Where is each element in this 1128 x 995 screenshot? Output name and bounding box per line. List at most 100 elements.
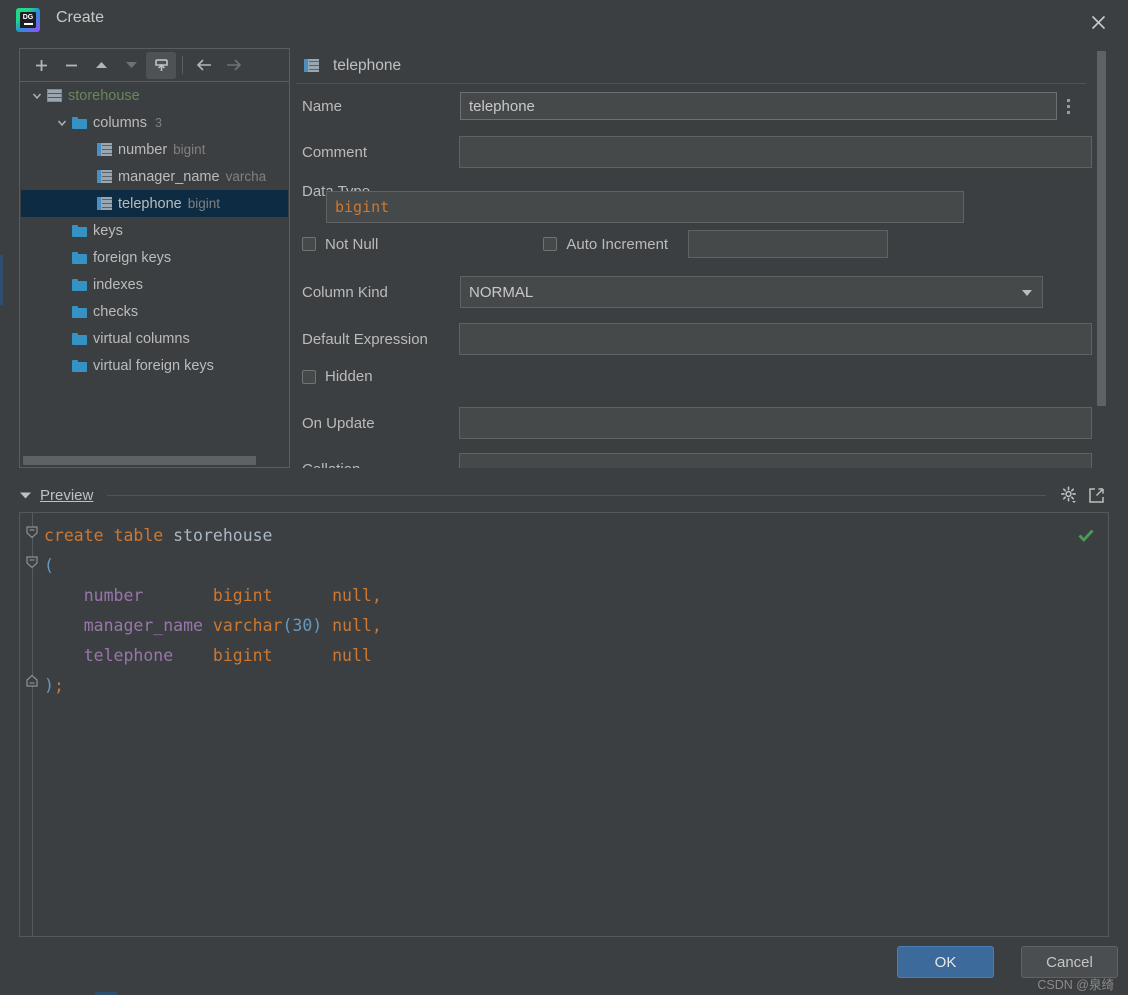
default-expression-input[interactable] xyxy=(458,323,1092,355)
sql-token: manager_name xyxy=(83,616,203,635)
column-icon xyxy=(97,170,112,183)
sql-token: ; xyxy=(53,676,64,695)
add-button[interactable] xyxy=(26,52,56,79)
tree-row[interactable]: virtual columns xyxy=(21,325,288,352)
tree-row[interactable]: virtual foreign keys xyxy=(21,352,288,379)
chevron-down-icon[interactable] xyxy=(27,90,47,102)
ok-button[interactable]: OK xyxy=(897,946,994,978)
column-kind-row: Column Kind NORMAL xyxy=(302,276,1092,308)
sql-token: bigint xyxy=(212,646,273,665)
sql-line: manager_name varchar(30) null, xyxy=(44,611,1084,641)
tree-row-label: virtual foreign keys xyxy=(93,357,214,374)
auto-increment-input[interactable] xyxy=(688,230,889,258)
chevron-down-icon[interactable] xyxy=(52,117,72,129)
more-options-icon[interactable] xyxy=(1057,92,1079,120)
sql-token: bigint xyxy=(212,586,273,605)
move-into-button[interactable] xyxy=(146,51,176,79)
name-row: Name telephone xyxy=(302,92,1092,120)
tree-row[interactable]: telephone bigint xyxy=(21,190,288,217)
gear-icon[interactable] xyxy=(1060,486,1078,504)
tree-row-label: storehouse xyxy=(68,87,140,104)
tree-row[interactable]: columns 3 xyxy=(21,109,288,136)
tree-row[interactable]: indexes xyxy=(21,271,288,298)
form-vertical-scrollbar[interactable] xyxy=(1095,48,1108,468)
sql-token: table xyxy=(113,526,164,545)
column-kind-select[interactable]: NORMAL xyxy=(460,276,1043,308)
preview-divider xyxy=(107,494,1046,496)
fold-marker[interactable] xyxy=(24,524,40,540)
tree-horizontal-scrollbar[interactable] xyxy=(21,454,288,466)
datagrip-logo-icon: DG xyxy=(16,8,40,32)
title-bar: DG Create xyxy=(0,0,1128,44)
folder-icon xyxy=(72,305,87,318)
auto-increment-checkbox[interactable] xyxy=(543,237,558,251)
tree-row-label: manager_name xyxy=(118,168,220,185)
external-link-icon[interactable] xyxy=(1088,487,1105,504)
tree-row-label: foreign keys xyxy=(93,249,172,266)
tree-row[interactable]: foreign keys xyxy=(21,244,288,271)
navigate-forward-button[interactable] xyxy=(219,52,249,79)
sql-token: ) xyxy=(44,676,54,695)
sql-line: ( xyxy=(44,551,1084,581)
hidden-checkbox[interactable] xyxy=(302,369,316,384)
flags-row: Not Null Auto Increment xyxy=(302,230,1092,258)
comment-input[interactable] xyxy=(458,136,1092,168)
editor-gutter xyxy=(20,513,42,936)
auto-increment-label: Auto Increment xyxy=(566,235,669,253)
column-kind-value: NORMAL xyxy=(469,283,534,301)
collation-input[interactable] xyxy=(458,453,1092,468)
hidden-label: Hidden xyxy=(325,368,373,385)
folder-icon xyxy=(72,332,87,345)
folder-icon xyxy=(72,224,87,237)
sql-line: create table storehouse xyxy=(44,521,1084,551)
hidden-row: Hidden xyxy=(302,368,1092,385)
tree-row-label: virtual columns xyxy=(93,330,190,347)
not-null-checkbox[interactable] xyxy=(302,237,316,251)
column-properties-form: telephone Name telephone Comment Data Ty… xyxy=(296,48,1108,468)
tree-row[interactable]: checks xyxy=(21,298,288,325)
sql-line: telephone bigint null xyxy=(44,641,1084,671)
tree-row[interactable]: storehouse xyxy=(21,82,288,109)
default-expression-row: Default Expression xyxy=(302,323,1092,355)
sql-code[interactable]: create table storehouse ( number bigint n… xyxy=(44,521,1084,701)
fold-marker[interactable] xyxy=(24,673,40,689)
remove-button[interactable] xyxy=(56,52,86,79)
folder-icon xyxy=(72,359,87,372)
collation-label: Collation xyxy=(302,461,459,469)
tree-row-type: varcha xyxy=(225,169,267,184)
column-icon xyxy=(97,143,112,156)
fold-marker[interactable] xyxy=(24,554,40,570)
tree-horizontal-scrollbar-thumb[interactable] xyxy=(23,456,256,465)
move-up-button[interactable] xyxy=(86,52,116,79)
sql-token: telephone xyxy=(83,646,174,665)
preview-label[interactable]: Preview xyxy=(40,487,93,504)
close-icon[interactable] xyxy=(1078,6,1118,38)
sql-token: , xyxy=(371,616,382,635)
object-tree-panel: storehouse columns 3 number bigint manager_na… xyxy=(19,48,290,468)
folder-icon xyxy=(72,116,87,129)
cancel-button[interactable]: Cancel xyxy=(1021,946,1118,978)
name-input[interactable]: telephone xyxy=(460,92,1057,120)
form-vertical-scrollbar-thumb[interactable] xyxy=(1097,51,1106,406)
tree-row[interactable]: manager_name varcha xyxy=(21,163,288,190)
navigate-back-button[interactable] xyxy=(189,52,219,79)
triangle-down-icon[interactable] xyxy=(1020,287,1034,297)
tree-row[interactable]: number bigint xyxy=(21,136,288,163)
tree-row[interactable]: keys xyxy=(21,217,288,244)
sql-preview-editor[interactable]: create table storehouse ( number bigint n… xyxy=(19,512,1109,937)
data-type-input[interactable]: bigint xyxy=(326,191,964,223)
dialog-footer: OK Cancel CSDN @泉绮 xyxy=(0,937,1128,995)
toolbar-divider xyxy=(182,56,183,74)
sql-token: null xyxy=(332,646,372,665)
on-update-input[interactable] xyxy=(458,407,1092,439)
object-tree[interactable]: storehouse columns 3 number bigint manager_na… xyxy=(21,82,288,467)
triangle-down-icon[interactable] xyxy=(19,490,32,500)
move-down-button[interactable] xyxy=(116,52,146,79)
